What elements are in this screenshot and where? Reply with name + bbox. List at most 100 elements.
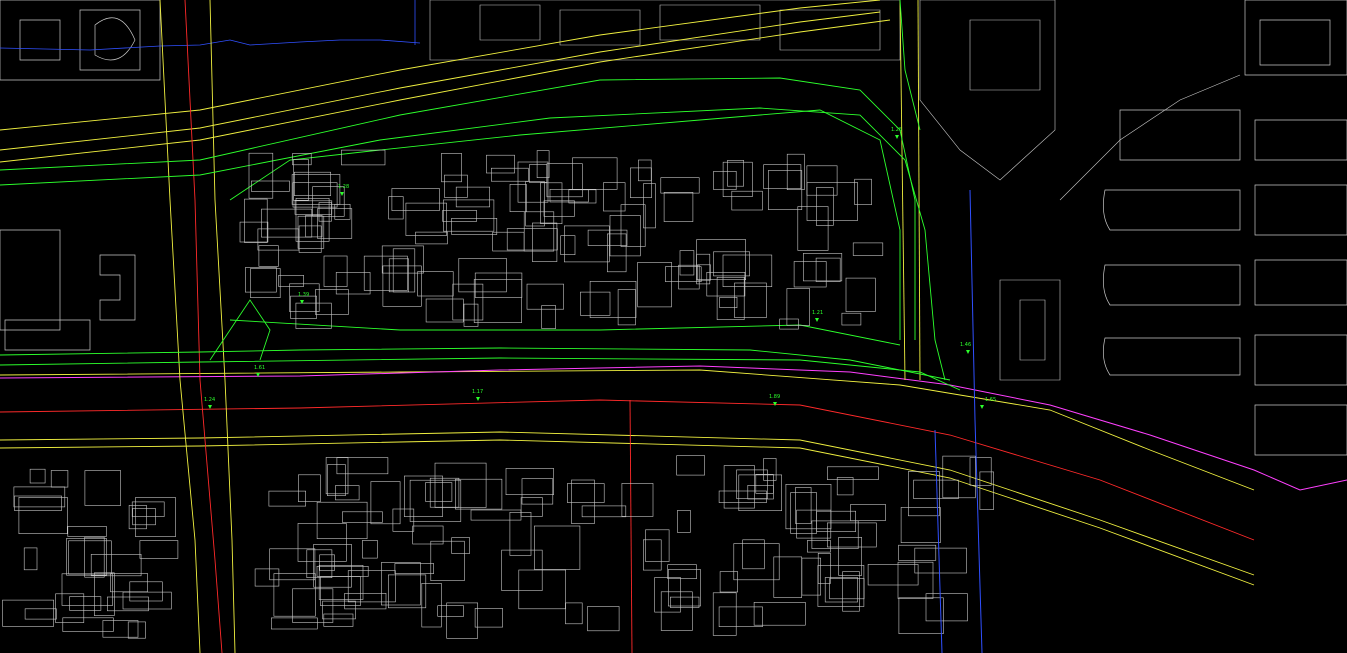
building-outline [719, 571, 738, 593]
building-outline [565, 602, 583, 625]
building-outline [637, 261, 672, 308]
building-outline [560, 235, 576, 255]
building-outline [660, 177, 700, 194]
building-outline [380, 562, 421, 606]
building-outline [806, 182, 858, 221]
empty-void-region [1254, 490, 1347, 653]
building-outline [580, 291, 611, 316]
label-elev-10: 1.25 [891, 127, 902, 133]
building-outline [802, 253, 843, 282]
building-outline [336, 457, 389, 475]
building-outline [68, 540, 112, 575]
building-outline [617, 289, 636, 326]
building-outline [14, 495, 62, 511]
buildings-top-left [0, 0, 161, 351]
building-outline [139, 540, 179, 559]
building-outline [421, 582, 442, 628]
label-elev-6: 1.89 [769, 394, 780, 400]
building-outline [24, 608, 57, 620]
building-outline [463, 303, 479, 327]
building-outline [755, 473, 774, 494]
building-outline [734, 282, 767, 318]
building-outline [13, 486, 66, 508]
building-outline [727, 160, 744, 187]
building-outline [852, 242, 884, 256]
buildings-bottom-block [2, 455, 994, 639]
building-outline [677, 510, 691, 533]
building-outline [316, 565, 369, 577]
building-outline [546, 163, 583, 198]
building-outline [335, 485, 360, 501]
building-outline [536, 150, 550, 179]
building-outline [733, 543, 780, 581]
building-outline [663, 192, 694, 222]
building-outline [388, 258, 409, 293]
building-outline [785, 483, 832, 530]
building-outline [417, 271, 454, 297]
building-outline [826, 522, 877, 548]
building-outline [824, 577, 858, 603]
building-outline [678, 264, 700, 290]
building-outline [446, 602, 479, 639]
building-outline [793, 261, 827, 288]
building-outline [323, 613, 354, 627]
buildings-central-block [239, 149, 884, 330]
building-outline [742, 539, 765, 570]
building-outline [763, 164, 802, 189]
building-outline [722, 254, 773, 288]
building-outline [392, 248, 416, 293]
building-outline [898, 597, 944, 634]
building-outline [319, 554, 335, 571]
building-outline [278, 275, 305, 287]
building-outline [712, 592, 737, 636]
label-elev-9: 1.46 [960, 342, 971, 348]
building-outline [533, 525, 581, 570]
building-outline [696, 239, 746, 281]
parking-area-right [1103, 0, 1347, 456]
building-outline [322, 600, 356, 620]
building-outline [676, 455, 705, 476]
cad-drawing-canvas[interactable]: 1.28 1.39 1.61 1.24 1.17 1.89 1.21 1.65 … [0, 0, 1347, 653]
building-outline [913, 479, 959, 499]
building-outline [642, 539, 662, 571]
road-centerline [0, 0, 1255, 653]
building-outline [718, 606, 763, 628]
building-outline [630, 167, 652, 198]
building-outline [753, 601, 806, 626]
label-elev-4: 1.24 [204, 397, 215, 403]
building-outline [326, 464, 346, 496]
building-outline [806, 165, 838, 196]
building-outline [572, 157, 618, 190]
building-outline [250, 268, 281, 299]
building-outline [797, 206, 829, 251]
building-outline [405, 202, 447, 236]
building-outline [254, 568, 280, 587]
building-outline [455, 478, 503, 510]
building-outline [521, 478, 554, 505]
building-outline [474, 608, 503, 628]
building-outline [731, 190, 763, 211]
label-elev-3: 1.61 [254, 365, 265, 371]
building-outline [335, 272, 371, 295]
building-outline [131, 501, 165, 517]
label-elev-1: 1.28 [338, 184, 349, 190]
building-outline [298, 474, 321, 502]
building-outline [660, 591, 693, 631]
building-outline [443, 199, 495, 232]
building-outline [470, 509, 522, 521]
building-outline [867, 564, 919, 586]
building-outline [654, 577, 681, 613]
building-outline [645, 529, 670, 562]
building-outline [841, 312, 862, 326]
building-outline [718, 490, 767, 503]
building-outline [29, 468, 46, 484]
building-outline [829, 578, 865, 600]
building-outline [444, 174, 468, 198]
building-outline [566, 483, 605, 503]
building-outline [293, 159, 309, 201]
building-outline [845, 277, 876, 312]
building-outline [268, 490, 306, 507]
label-elev-7: 1.21 [812, 310, 823, 316]
label-elev-5: 1.17 [472, 389, 483, 395]
building-outline [509, 511, 532, 556]
